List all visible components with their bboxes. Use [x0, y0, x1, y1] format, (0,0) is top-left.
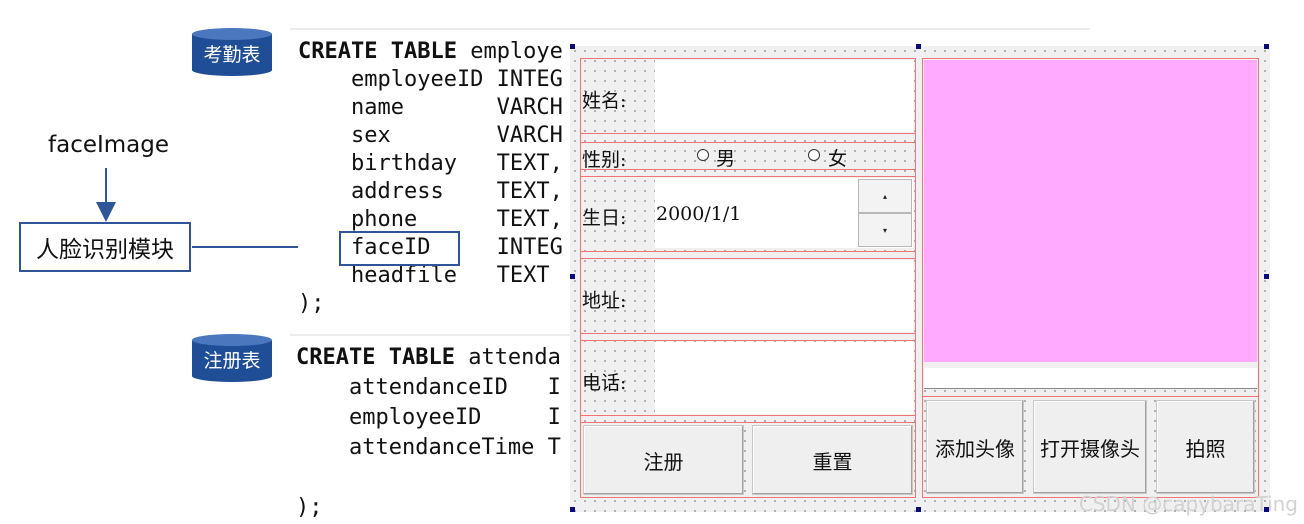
- female-radio[interactable]: [808, 149, 820, 161]
- code-line: sex VARCH: [298, 123, 563, 148]
- selection-handle[interactable]: [570, 507, 575, 512]
- birthday-value: 2000/1/1: [656, 203, 742, 225]
- register-table-label: 注册表: [203, 350, 261, 372]
- add-avatar-button[interactable]: 添加头像: [926, 400, 1024, 494]
- spin-down-button[interactable]: ▾: [858, 213, 912, 247]
- face-recognition-module-box: 人脸识别模块: [19, 222, 191, 272]
- faceid-highlight-box: [339, 231, 460, 266]
- code-line: );: [298, 291, 325, 316]
- address-label: 地址:: [582, 290, 627, 312]
- male-radio[interactable]: [697, 149, 709, 161]
- attendance-table-badge: 考勤表: [192, 28, 272, 76]
- selection-handle[interactable]: [916, 44, 921, 49]
- code-panel-top-border: [290, 334, 580, 336]
- avatar-preview-area: [924, 60, 1257, 362]
- file-path-line: [924, 368, 1257, 389]
- phone-input[interactable]: [655, 342, 914, 414]
- female-label: 女: [828, 148, 848, 170]
- male-label: 男: [716, 148, 736, 170]
- register-table-badge: 注册表: [192, 334, 272, 382]
- name-label: 姓名:: [582, 90, 627, 112]
- code-panel-top-border: [290, 28, 1090, 30]
- register-form-designer: 姓名: 性别: 男 女 生日: 2000/1/1 ▴ ▾ 地址: 电话: 注册 …: [570, 44, 1270, 512]
- selection-handle[interactable]: [916, 507, 921, 512]
- spin-up-button[interactable]: ▴: [858, 179, 912, 213]
- selection-handle[interactable]: [570, 44, 575, 49]
- reset-button[interactable]: 重置: [752, 425, 913, 495]
- take-photo-button[interactable]: 拍照: [1156, 400, 1255, 494]
- selection-handle[interactable]: [1264, 44, 1269, 49]
- open-camera-button[interactable]: 打开摄像头: [1033, 400, 1147, 494]
- sql-keyword: CREATE TABLE: [296, 345, 455, 370]
- birthday-label: 生日:: [582, 207, 627, 229]
- gender-row: [580, 142, 916, 170]
- code-line: phone TEXT,: [298, 207, 563, 232]
- gender-label: 性别:: [582, 149, 627, 171]
- attendance-create-table-code: CREATE TABLE attenda attendanceID I empl…: [296, 343, 576, 523]
- name-input[interactable]: [655, 60, 914, 132]
- watermark: CSDN @capybaraTing: [1078, 492, 1298, 516]
- selection-handle[interactable]: [570, 274, 575, 279]
- code-line: name VARCH: [298, 95, 563, 120]
- employee-create-table-code: CREATE TABLE employe employeeID INTEG na…: [298, 38, 578, 328]
- sql-table-name: employe: [456, 39, 563, 64]
- phone-label: 电话:: [582, 372, 627, 394]
- code-line: );: [296, 495, 323, 520]
- selection-handle[interactable]: [1264, 274, 1269, 279]
- code-line: birthday TEXT,: [298, 151, 563, 176]
- sql-table-name: attenda: [454, 345, 561, 370]
- code-line: employeeID I: [296, 405, 561, 430]
- register-button[interactable]: 注册: [583, 425, 744, 495]
- code-line: address TEXT,: [298, 179, 563, 204]
- attendance-table-label: 考勤表: [203, 44, 261, 66]
- sql-keyword: CREATE TABLE: [298, 39, 457, 64]
- code-line: attendanceID I: [296, 375, 561, 400]
- address-input[interactable]: [655, 260, 914, 332]
- code-line: headfile TEXT: [298, 263, 550, 288]
- code-line: attendanceTime T: [296, 435, 561, 460]
- code-line: employeeID INTEG: [298, 67, 563, 92]
